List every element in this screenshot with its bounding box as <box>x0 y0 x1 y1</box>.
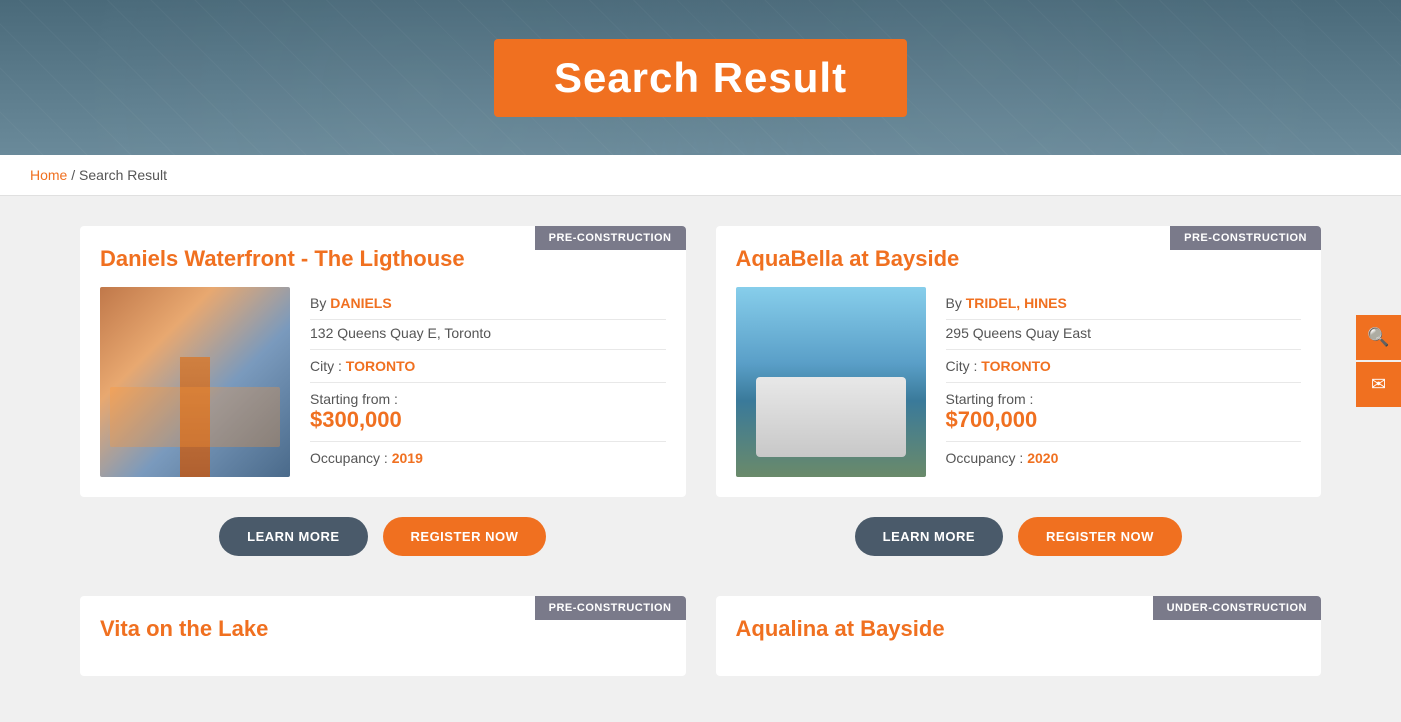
card1-address: 132 Queens Quay E, Toronto <box>310 320 666 350</box>
card1-occupancy-row: Occupancy : 2019 <box>310 442 666 474</box>
card1-city: TORONTO <box>346 358 416 374</box>
breadcrumb: Home / Search Result <box>0 155 1401 196</box>
card2-city-row: City : TORONTO <box>946 350 1302 383</box>
card1-body: By DANIELS 132 Queens Quay E, Toronto Ci… <box>80 287 686 477</box>
card2-developer: TRIDEL, HINES <box>966 295 1067 311</box>
card1-register-button[interactable]: REGISTER NOW <box>383 517 547 556</box>
main-content: PRE-CONSTRUCTION Daniels Waterfront - Th… <box>0 196 1401 706</box>
card1-badge: PRE-CONSTRUCTION <box>535 226 686 250</box>
card2-by-label: By <box>946 295 962 311</box>
property-card-1: PRE-CONSTRUCTION Daniels Waterfront - Th… <box>80 226 686 497</box>
card1-learn-button[interactable]: LEARN MORE <box>219 517 367 556</box>
card4-badge: UNDER-CONSTRUCTION <box>1153 596 1321 620</box>
hero-title-box: Search Result <box>494 39 907 117</box>
card2-starting-row: Starting from : $700,000 <box>946 383 1302 442</box>
hero-chevron <box>681 153 721 155</box>
breadcrumb-home-link[interactable]: Home <box>30 167 67 183</box>
cards-grid-bottom: PRE-CONSTRUCTION Vita on the Lake UNDER-… <box>80 596 1321 676</box>
breadcrumb-separator: / <box>71 167 75 183</box>
card2-occupancy: 2020 <box>1027 450 1058 466</box>
property-card-4: UNDER-CONSTRUCTION Aqualina at Bayside <box>716 596 1322 676</box>
card1-price: $300,000 <box>310 407 666 433</box>
card2-developer-row: By TRIDEL, HINES <box>946 287 1302 320</box>
search-icon: 🔍 <box>1367 327 1389 348</box>
property-card-2: PRE-CONSTRUCTION AquaBella at Bayside By… <box>716 226 1322 497</box>
card1-occupancy-label: Occupancy : <box>310 450 388 466</box>
card2-body: By TRIDEL, HINES 295 Queens Quay East Ci… <box>716 287 1322 477</box>
card1-actions: LEARN MORE REGISTER NOW <box>80 517 686 556</box>
card1-details: By DANIELS 132 Queens Quay E, Toronto Ci… <box>310 287 666 477</box>
card1-developer-row: By DANIELS <box>310 287 666 320</box>
mail-icon: ✉ <box>1371 374 1386 395</box>
card2-badge: PRE-CONSTRUCTION <box>1170 226 1321 250</box>
mail-side-button[interactable]: ✉ <box>1356 362 1401 407</box>
card2-price: $700,000 <box>946 407 1302 433</box>
card2-actions: LEARN MORE REGISTER NOW <box>716 517 1322 556</box>
card2-details: By TRIDEL, HINES 295 Queens Quay East Ci… <box>946 287 1302 477</box>
side-buttons: 🔍 ✉ <box>1356 315 1401 407</box>
actions-grid: LEARN MORE REGISTER NOW LEARN MORE REGIS… <box>80 517 1321 576</box>
card1-city-row: City : TORONTO <box>310 350 666 383</box>
card1-starting-row: Starting from : $300,000 <box>310 383 666 442</box>
card1-developer: DANIELS <box>330 295 391 311</box>
card2-address: 295 Queens Quay East <box>946 320 1302 350</box>
card2-occupancy-row: Occupancy : 2020 <box>946 442 1302 474</box>
card2-city-label: City : <box>946 358 978 374</box>
property-card-3: PRE-CONSTRUCTION Vita on the Lake <box>80 596 686 676</box>
card1-city-label: City : <box>310 358 342 374</box>
card2-starting-label: Starting from : <box>946 391 1302 407</box>
card2-city: TORONTO <box>981 358 1051 374</box>
breadcrumb-current: Search Result <box>79 167 167 183</box>
card2-register-button[interactable]: REGISTER NOW <box>1018 517 1182 556</box>
cards-grid-top: PRE-CONSTRUCTION Daniels Waterfront - Th… <box>80 226 1321 497</box>
card1-occupancy: 2019 <box>392 450 423 466</box>
hero-title: Search Result <box>554 54 847 102</box>
card1-starting-label: Starting from : <box>310 391 666 407</box>
hero-section: Search Result <box>0 0 1401 155</box>
card1-image <box>100 287 290 477</box>
card3-badge: PRE-CONSTRUCTION <box>535 596 686 620</box>
card2-occupancy-label: Occupancy : <box>946 450 1024 466</box>
card1-by-label: By <box>310 295 326 311</box>
search-side-button[interactable]: 🔍 <box>1356 315 1401 360</box>
card2-image <box>736 287 926 477</box>
card2-learn-button[interactable]: LEARN MORE <box>855 517 1003 556</box>
